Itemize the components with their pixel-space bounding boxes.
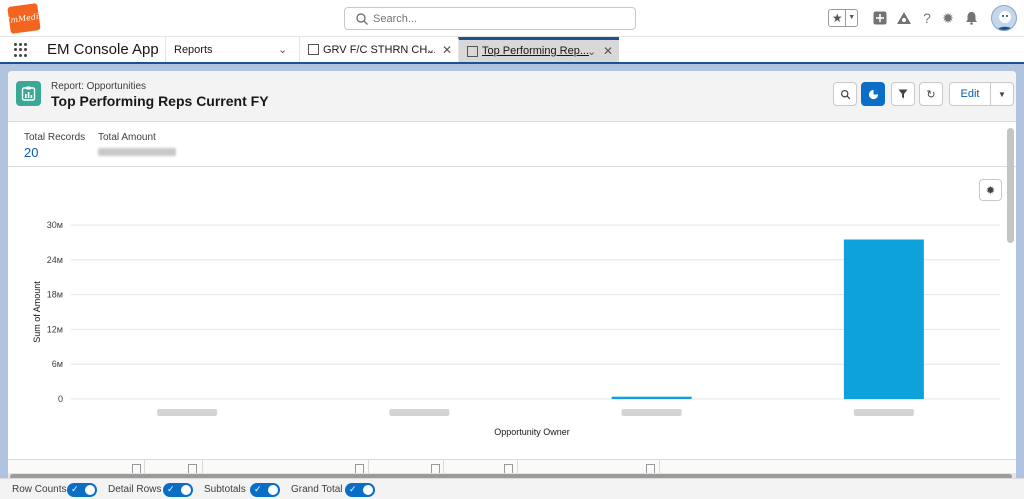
vertical-scrollbar[interactable] [1007, 128, 1014, 243]
x-tick-label-redacted [389, 409, 450, 416]
user-avatar[interactable] [991, 5, 1017, 31]
x-tick-label-redacted [157, 409, 218, 416]
y-tick-label: 30м [47, 220, 63, 230]
header-utility-icons: ★ ▼ ? ✹ [824, 5, 1024, 32]
refresh-button[interactable]: ↻ [919, 82, 943, 106]
filter-icon [898, 89, 908, 99]
app-name: EM Console App [47, 41, 159, 58]
check-icon: ✓ [71, 484, 79, 494]
subtotals-toggle[interactable]: ✓ [250, 483, 280, 497]
y-tick-label: 6м [52, 359, 63, 369]
row-counts-label: Row Counts [12, 484, 67, 495]
add-icon[interactable] [871, 9, 889, 27]
total-records-label: Total Records [24, 132, 86, 143]
report-card: Report: Opportunities Top Performing Rep… [8, 71, 1016, 499]
check-icon: ✓ [167, 484, 175, 494]
x-tick-label-redacted [853, 409, 914, 416]
x-tick-label-redacted [621, 409, 682, 416]
chevron-down-icon[interactable]: ⌄ [426, 43, 435, 56]
tab-label: Reports [174, 43, 213, 56]
total-records-value: 20 [24, 145, 39, 160]
tab-grv-fc-sthrn[interactable]: GRV F/C STHRN CH... ⌄ ✕ [299, 37, 457, 62]
chevron-down-icon[interactable]: ⌄ [587, 45, 596, 58]
report-summary: Total Records 20 Total Amount [8, 122, 1016, 167]
grand-total-toggle[interactable]: ✓ [345, 483, 375, 497]
close-icon[interactable]: ✕ [442, 43, 452, 57]
check-icon: ✓ [254, 484, 262, 494]
report-type-label: Report: Opportunities [51, 81, 147, 92]
grand-total-label: Grand Total [291, 484, 343, 495]
notifications-bell-icon[interactable] [962, 9, 980, 27]
check-icon: ✓ [349, 484, 357, 494]
bar-chart: 0 6м 12м 18м 24м 30м Sum of Amount Opportunity … [32, 220, 1000, 437]
filter-button[interactable] [891, 82, 915, 106]
chart-area: ✹ 0 6м 12м 18м 24м 30м Sum of Amount Opportunit… [8, 168, 1016, 458]
tab-reports[interactable]: Reports ⌄ [165, 37, 298, 62]
search-icon [840, 89, 850, 99]
edit-button[interactable]: Edit [949, 82, 991, 106]
favorites-star-icon[interactable]: ★ [829, 10, 847, 26]
company-logo[interactable]: EmMedia [4, 3, 44, 34]
total-amount-redacted [98, 148, 176, 156]
subtotals-label: Subtotals [204, 484, 246, 495]
help-icon[interactable]: ? [918, 9, 936, 27]
report-footer: Row Counts ✓ Detail Rows ✓ Subtotals ✓ G… [0, 478, 1024, 499]
logo-text: EmMedia [4, 11, 44, 26]
search-input[interactable] [373, 10, 623, 27]
setup-gear-icon[interactable]: ✹ [939, 9, 957, 27]
bar [611, 396, 692, 399]
global-header: EmMedia ★ ▼ ? ✹ [0, 0, 1024, 37]
search-icon [356, 13, 368, 25]
close-icon[interactable]: ✕ [603, 44, 613, 58]
x-axis-label: Opportunity Owner [494, 427, 570, 437]
refresh-icon: ↻ [926, 88, 936, 101]
row-counts-toggle[interactable]: ✓ [67, 483, 97, 497]
detail-rows-label: Detail Rows [108, 484, 162, 495]
y-tick-label: 18м [47, 290, 63, 300]
global-search[interactable] [344, 7, 636, 30]
tab-label: Top Performing Rep... [482, 45, 589, 57]
report-tab-icon [308, 44, 319, 55]
chevron-down-icon[interactable]: ▼ [990, 82, 1014, 106]
table-header-strip [8, 459, 1016, 474]
chart-icon [868, 89, 878, 99]
toggle-chart-button[interactable] [861, 82, 885, 106]
report-title: Top Performing Reps Current FY [51, 93, 269, 109]
tab-label: GRV F/C STHRN CH... [323, 43, 435, 56]
y-tick-label: 12м [47, 324, 63, 334]
report-icon [16, 81, 41, 106]
search-report-button[interactable] [833, 82, 857, 106]
y-tick-label: 24м [47, 255, 63, 265]
detail-rows-toggle[interactable]: ✓ [163, 483, 193, 497]
y-axis-label: Sum of Amount [32, 281, 42, 343]
chevron-down-icon[interactable]: ⌄ [278, 43, 287, 56]
bar [843, 239, 924, 399]
app-launcher-icon[interactable] [14, 43, 28, 57]
report-tab-icon [467, 45, 478, 57]
favorites-list-icon[interactable]: ▼ [846, 10, 857, 26]
favorites-button[interactable]: ★ ▼ [828, 9, 858, 27]
tab-top-performing-reps[interactable]: Top Performing Rep... ⌄ ✕ [458, 37, 619, 62]
nav-bar: EM Console App Reports ⌄ GRV F/C STHRN C… [0, 37, 1024, 64]
total-amount-label: Total Amount [98, 132, 156, 143]
report-header: Report: Opportunities Top Performing Rep… [8, 71, 1016, 122]
trailhead-icon[interactable] [895, 9, 913, 27]
y-tick-label: 0 [58, 394, 63, 404]
